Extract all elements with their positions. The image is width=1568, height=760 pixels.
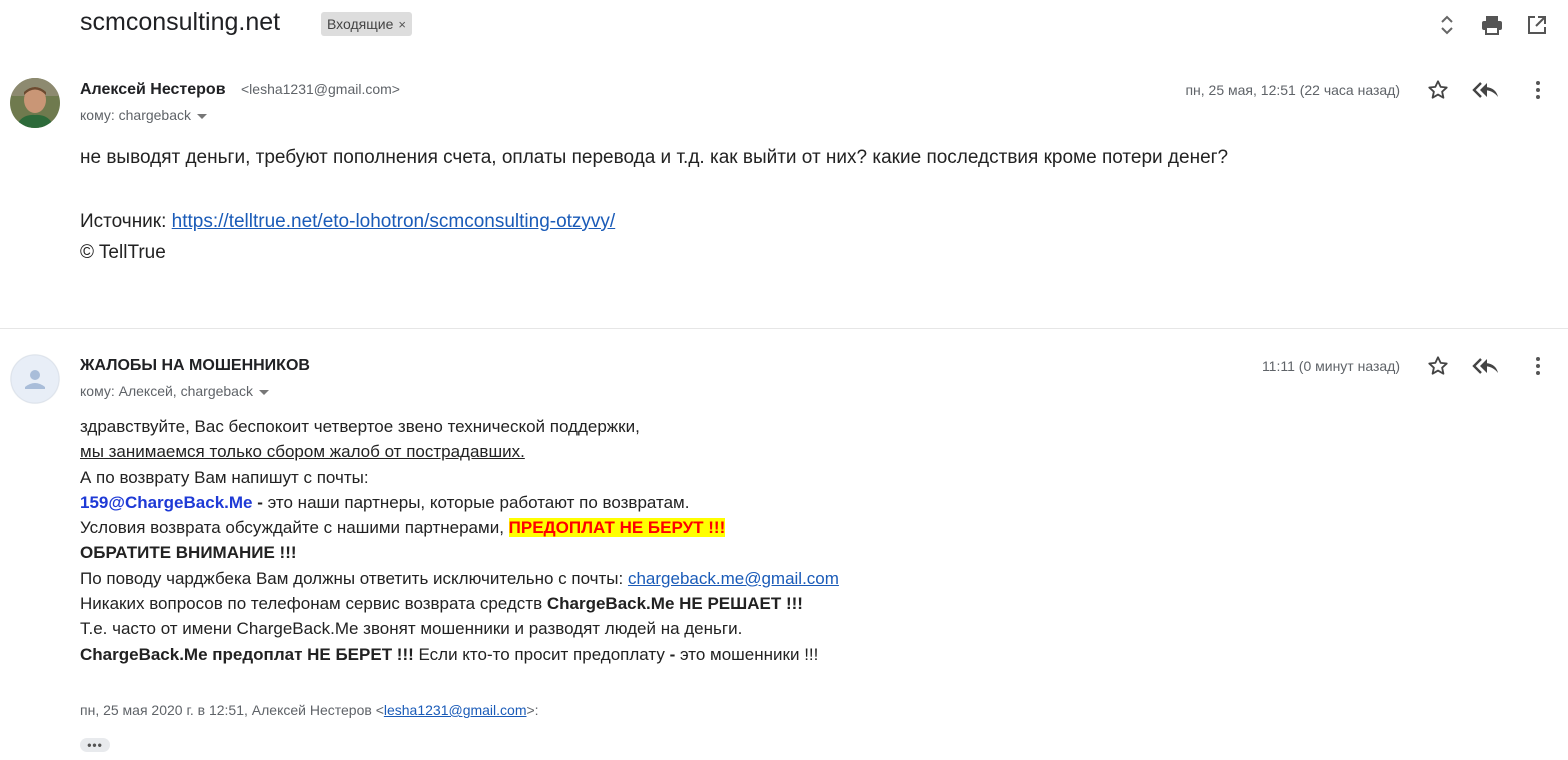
label-chip-text: Входящие xyxy=(327,16,394,32)
sender-name[interactable]: ЖАЛОБЫ НА МОШЕННИКОВ xyxy=(80,357,310,375)
reply-all-icon[interactable] xyxy=(1472,352,1500,380)
quote-suffix: >: xyxy=(526,702,539,718)
recipient-text: кому: chargeback xyxy=(80,107,192,123)
expand-collapse-icon[interactable] xyxy=(1434,12,1460,38)
star-icon[interactable] xyxy=(1424,76,1452,104)
source-label: Источник: xyxy=(80,211,167,232)
attention-line: ОБРАТИТЕ ВНИМАНИЕ !!! xyxy=(80,543,297,563)
dash: - xyxy=(252,492,268,512)
body-line: Т.е. часто от имени ChargeBack.Me звонят… xyxy=(80,619,743,639)
body-line: По поводу чарджбека Вам должны ответить … xyxy=(80,566,839,591)
chevron-down-icon[interactable] xyxy=(258,389,269,395)
highlighted-warning: ПРЕДОПЛАТ НЕ БЕРУТ !!! xyxy=(508,518,726,538)
sender-avatar[interactable] xyxy=(10,78,60,128)
recipient-line[interactable]: кому: chargeback xyxy=(80,107,208,123)
ellipsis-icon: ••• xyxy=(87,738,103,752)
star-icon[interactable] xyxy=(1424,352,1452,380)
show-trimmed-content-button[interactable]: ••• xyxy=(80,738,110,752)
partner-email: 159@ChargeBack.Me xyxy=(80,492,253,512)
print-icon[interactable] xyxy=(1479,12,1505,38)
more-options-icon[interactable] xyxy=(1524,352,1552,380)
body-text: Условия возврата обсуждайте с нашими пар… xyxy=(80,518,509,538)
quoted-header: пн, 25 мая 2020 г. в 12:51, Алексей Нест… xyxy=(80,702,539,718)
body-line: здравствуйте, Вас беспокоит четвертое зв… xyxy=(80,417,640,436)
body-line: Никаких вопросов по телефонам сервис воз… xyxy=(80,591,839,616)
copyright-text: © TellTrue xyxy=(80,242,166,263)
sender-name[interactable]: Алексей Нестеров xyxy=(80,81,226,99)
more-options-icon[interactable] xyxy=(1524,76,1552,104)
label-chip-inbox[interactable]: Входящие × xyxy=(321,12,412,36)
body-line: 159@ChargeBack.Me - это наши партнеры, к… xyxy=(80,490,839,515)
source-line: Источник: https://telltrue.net/eto-lohot… xyxy=(80,210,615,234)
message-divider xyxy=(0,328,1568,329)
recipient-text: кому: Алексей, chargeback xyxy=(80,383,253,399)
quote-prefix: пн, 25 мая 2020 г. в 12:51, Алексей Нест… xyxy=(80,702,384,718)
message-body: здравствуйте, Вас беспокоит четвертое зв… xyxy=(80,414,839,667)
body-line: Условия возврата обсуждайте с нашими пар… xyxy=(80,515,839,540)
sender-avatar-placeholder[interactable] xyxy=(10,354,60,404)
bold-text: ChargeBack.Me НЕ РЕШАЕТ !!! xyxy=(546,594,803,614)
chargeback-email-link[interactable]: chargeback.me@gmail.com xyxy=(628,569,839,588)
thread-subject: scmconsulting.net xyxy=(80,8,281,36)
message-date: пн, 25 мая, 12:51 (22 часа назад) xyxy=(1185,82,1400,98)
quote-email-link[interactable]: lesha1231@gmail.com xyxy=(384,702,527,718)
open-in-new-window-icon[interactable] xyxy=(1524,12,1550,38)
recipient-line[interactable]: кому: Алексей, chargeback xyxy=(80,383,269,399)
body-text: это мошенники !!! xyxy=(675,644,819,664)
body-line-underlined: мы занимаемся только сбором жалоб от пос… xyxy=(80,442,525,462)
body-text: это наши партнеры, которые работают по в… xyxy=(267,492,690,512)
body-line: А по возврату Вам напишут с почты: xyxy=(80,467,369,487)
body-line: ChargeBack.Me предоплат НЕ БЕРЕТ !!! Есл… xyxy=(80,642,839,667)
bold-text: ChargeBack.Me предоплат НЕ БЕРЕТ !!! xyxy=(80,644,414,664)
source-link[interactable]: https://telltrue.net/eto-lohotron/scmcon… xyxy=(172,211,616,232)
reply-all-icon[interactable] xyxy=(1472,76,1500,104)
body-text: Никаких вопросов по телефонам сервис воз… xyxy=(80,594,547,614)
label-remove-icon[interactable]: × xyxy=(398,17,406,32)
message-body: не выводят деньги, требуют пополнения сч… xyxy=(80,147,1229,168)
message-date: 11:11 (0 минут назад) xyxy=(1261,358,1400,374)
body-text: Если кто-то просит предоплату xyxy=(413,644,670,664)
body-text: По поводу чарджбека Вам должны ответить … xyxy=(80,568,628,588)
chevron-down-icon[interactable] xyxy=(197,113,208,119)
sender-email: <lesha1231@gmail.com> xyxy=(241,81,400,97)
